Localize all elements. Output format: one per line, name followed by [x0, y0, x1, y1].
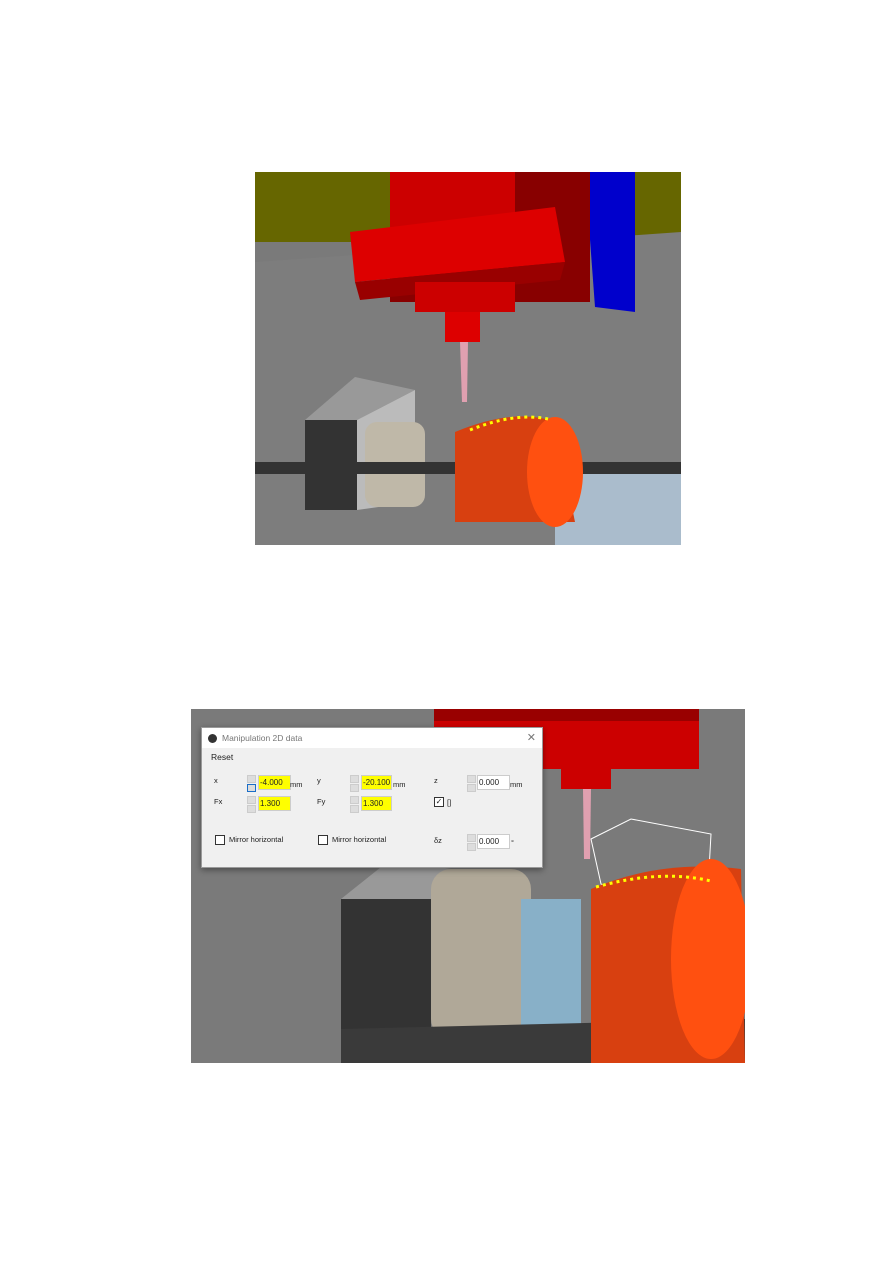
reset-button[interactable]: Reset	[211, 752, 233, 762]
x-unit: mm	[290, 780, 303, 789]
close-icon[interactable]: ✕	[527, 731, 536, 744]
x-label: x	[214, 776, 218, 785]
fy-spinner[interactable]	[350, 796, 359, 813]
z-label: z	[434, 776, 438, 785]
y-label: y	[317, 776, 321, 785]
x-spinner[interactable]	[247, 775, 256, 792]
rotation-label: δz	[434, 836, 442, 845]
rotation-spinner[interactable]	[467, 834, 476, 851]
app-logo-icon	[208, 733, 217, 743]
x-input[interactable]: -4.000	[258, 775, 291, 790]
mirror-horizontal-checkbox-1[interactable]	[215, 835, 225, 845]
y-unit: mm	[393, 780, 406, 789]
fx-label: Fx	[214, 797, 223, 806]
mirror-horizontal-checkbox-2[interactable]	[318, 835, 328, 845]
fy-input[interactable]: 1.300	[361, 796, 392, 811]
y-spinner[interactable]	[350, 775, 359, 792]
z-input[interactable]: 0.000	[477, 775, 510, 790]
lock-ratio-label: []	[447, 798, 452, 807]
dialog-titlebar[interactable]: Manipulation 2D data	[202, 728, 542, 748]
manipulation-2d-dialog: Manipulation 2D data ✕ Reset x -4.000 mm…	[201, 727, 543, 868]
cnc-simulation-view-1	[255, 172, 681, 545]
rotation-input[interactable]: 0.000	[477, 834, 510, 849]
mirror-horizontal-label-1: Mirror horizontal	[229, 835, 284, 844]
rotation-unit: °	[511, 838, 514, 847]
dialog-title: Manipulation 2D data	[222, 733, 303, 743]
fx-spinner[interactable]	[247, 796, 256, 813]
mirror-horizontal-label-2: Mirror horizontal	[332, 835, 387, 844]
y-input[interactable]: -20.100	[361, 775, 392, 790]
fy-label: Fy	[317, 797, 326, 806]
z-unit: mm	[510, 780, 523, 789]
lock-ratio-checkbox[interactable]: ✓	[434, 797, 444, 807]
z-spinner[interactable]	[467, 775, 476, 792]
fx-input[interactable]: 1.300	[258, 796, 291, 811]
